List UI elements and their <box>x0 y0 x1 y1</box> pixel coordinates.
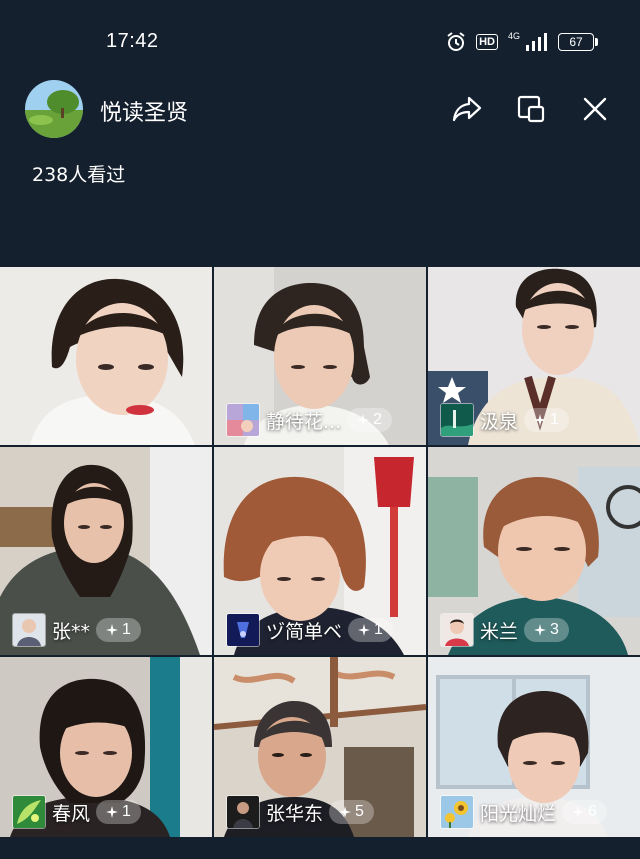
bottom-bar <box>0 837 640 859</box>
participant-avatar <box>12 795 46 829</box>
like-count: 1 <box>374 621 383 638</box>
like-pill[interactable]: 1 <box>96 800 141 824</box>
close-icon <box>583 97 607 121</box>
participant-avatar <box>12 613 46 647</box>
participant-label: 张华东 5 <box>226 795 374 829</box>
signal-icon <box>526 33 547 51</box>
video-tile[interactable]: 汲泉 1 <box>428 267 640 445</box>
share-button[interactable] <box>450 92 484 126</box>
sparkle-icon <box>358 624 371 636</box>
participant-name: ヅ简单ベ <box>266 620 343 643</box>
participant-name: 张华东 <box>266 802 324 825</box>
room-avatar[interactable] <box>25 80 83 138</box>
like-pill[interactable]: 1 <box>348 618 393 642</box>
video-grid: 静待花... 2 汲泉 1 张** 1 ヅ简单ベ 1 米兰 3 春风 1 张华东… <box>0 267 640 837</box>
network-type: 4G <box>507 31 520 41</box>
participant-label: 静待花... 2 <box>226 403 393 437</box>
viewer-count: 238人看过 <box>32 164 126 186</box>
participant-name: 春风 <box>52 802 91 825</box>
participant-name: 米兰 <box>480 620 519 643</box>
like-count: 5 <box>355 803 364 820</box>
share-icon <box>452 96 482 122</box>
clock: 17:42 <box>106 30 159 52</box>
live-room-header: 悦读圣贤 <box>0 80 640 140</box>
pip-window-icon <box>517 95 545 123</box>
battery-indicator: 67 <box>558 33 598 51</box>
participant-label: 春风 1 <box>12 795 141 829</box>
video-tile[interactable]: 静待花... 2 <box>214 267 426 445</box>
like-count: 1 <box>122 803 131 820</box>
sparkle-icon <box>106 624 119 636</box>
video-tile[interactable]: 春风 1 <box>0 657 212 837</box>
participant-label: 米兰 3 <box>440 613 569 647</box>
participant-label: 张** 1 <box>12 613 141 647</box>
participant-name: 汲泉 <box>480 410 519 433</box>
participant-avatar <box>226 795 260 829</box>
like-pill[interactable]: 6 <box>562 800 607 824</box>
participant-name: 阳光灿烂 <box>480 802 557 825</box>
like-count: 1 <box>550 411 559 428</box>
participant-avatar <box>440 613 474 647</box>
room-name: 悦读圣贤 <box>100 101 189 126</box>
like-count: 6 <box>588 803 597 820</box>
close-button[interactable] <box>578 92 612 126</box>
like-pill[interactable]: 5 <box>329 800 374 824</box>
participant-name: 静待花... <box>266 410 342 433</box>
video-tile[interactable] <box>0 267 212 445</box>
participant-name: 张** <box>52 620 91 643</box>
pip-button[interactable] <box>514 92 548 126</box>
sparkle-icon <box>357 414 370 426</box>
participant-avatar <box>440 795 474 829</box>
participant-avatar <box>226 403 260 437</box>
video-tile[interactable]: ヅ简单ベ 1 <box>214 447 426 655</box>
like-pill[interactable]: 1 <box>524 408 569 432</box>
sparkle-icon <box>534 624 547 636</box>
like-count: 3 <box>550 621 559 638</box>
participant-label: 阳光灿烂 6 <box>440 795 607 829</box>
participant-avatar <box>226 613 260 647</box>
like-pill[interactable]: 2 <box>347 408 393 432</box>
status-bar: 17:42 HD 4G 67 <box>0 0 640 80</box>
participant-avatar <box>440 403 474 437</box>
participant-label: ヅ简单ベ 1 <box>226 613 393 647</box>
video-tile[interactable]: 张华东 5 <box>214 657 426 837</box>
like-count: 2 <box>373 411 383 428</box>
video-tile[interactable]: 米兰 3 <box>428 447 640 655</box>
hd-badge: HD <box>476 34 498 50</box>
participant-label: 汲泉 1 <box>440 403 569 437</box>
sparkle-icon <box>106 806 119 818</box>
alarm-icon <box>447 32 465 51</box>
like-count: 1 <box>122 621 131 638</box>
sparkle-icon <box>572 806 585 818</box>
like-pill[interactable]: 1 <box>96 618 141 642</box>
sparkle-icon <box>534 414 547 426</box>
video-tile[interactable]: 阳光灿烂 6 <box>428 657 640 837</box>
sparkle-icon <box>339 806 352 818</box>
like-pill[interactable]: 3 <box>524 618 569 642</box>
video-tile[interactable]: 张** 1 <box>0 447 212 655</box>
